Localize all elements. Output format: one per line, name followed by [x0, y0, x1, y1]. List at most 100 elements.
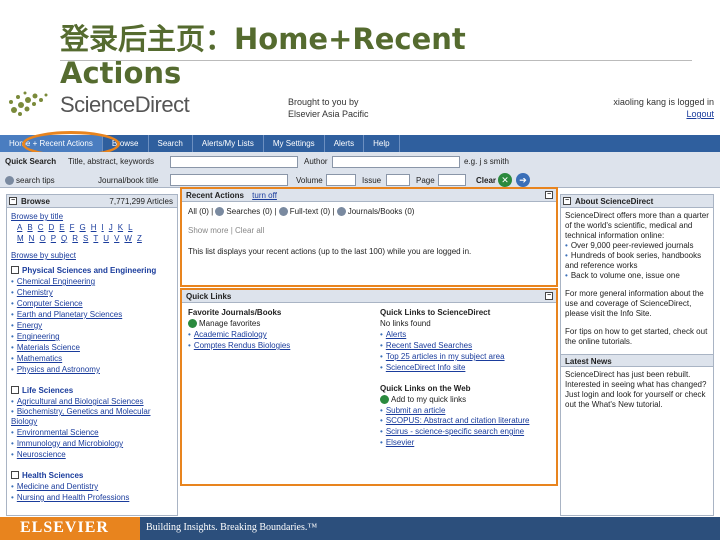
- letter-link[interactable]: F: [70, 222, 75, 233]
- sciencedirect-logo[interactable]: ScienceDirect: [8, 88, 228, 124]
- minimize-icon[interactable]: −: [545, 292, 553, 300]
- about-header: − About ScienceDirect: [561, 195, 713, 208]
- list-item[interactable]: • Comptes Rendus Biologies: [188, 340, 368, 351]
- tab-journals-books[interactable]: Journals/Books (0): [348, 207, 415, 216]
- clear-all-link[interactable]: Clear all: [235, 226, 264, 235]
- recent-tabs: All (0) | Searches (0) | Full-text (0) |…: [182, 202, 556, 261]
- letter-link[interactable]: E: [59, 222, 64, 233]
- list-item[interactable]: • Academic Radiology: [188, 329, 368, 340]
- quick-search-bar: Quick Search Title, abstract, keywords A…: [0, 152, 720, 188]
- letter-link[interactable]: N: [29, 233, 35, 244]
- list-item[interactable]: • Submit an article: [380, 405, 554, 416]
- tab-fulltext[interactable]: Full-text (0): [290, 207, 330, 216]
- browse-by-title-link[interactable]: Browse by title: [11, 211, 173, 222]
- sd-links-title: Quick Links to ScienceDirect: [380, 308, 491, 317]
- letter-link[interactable]: O: [39, 233, 45, 244]
- letter-link[interactable]: T: [93, 233, 98, 244]
- letter-link[interactable]: H: [91, 222, 97, 233]
- list-item[interactable]: • ScienceDirect Info site: [380, 362, 554, 373]
- journal-input[interactable]: [170, 174, 288, 186]
- list-item[interactable]: • Engineering: [11, 331, 173, 342]
- search-go-button[interactable]: ➔: [516, 173, 530, 187]
- document-icon: [278, 207, 288, 216]
- show-more-link[interactable]: Show more: [188, 226, 228, 235]
- list-item[interactable]: • Scirus - science-specific search engine: [380, 426, 554, 437]
- list-item[interactable]: • Environmental Science: [11, 427, 173, 438]
- letter-link[interactable]: Q: [61, 233, 67, 244]
- search-tips-link[interactable]: search tips: [5, 176, 55, 185]
- letter-link[interactable]: J: [109, 222, 113, 233]
- clear-label: Clear: [476, 176, 497, 185]
- logout-link[interactable]: Logout: [613, 108, 714, 120]
- web-links-title: Quick Links on the Web: [380, 384, 471, 393]
- list-item[interactable]: • Recent Saved Searches: [380, 340, 554, 351]
- list-item[interactable]: • Mathematics: [11, 353, 173, 364]
- letter-link[interactable]: V: [114, 233, 119, 244]
- list-item[interactable]: • Top 25 articles in my subject area: [380, 351, 554, 362]
- category-health-sciences[interactable]: Health Sciences: [11, 470, 173, 481]
- author-label: Author: [304, 157, 328, 166]
- checkbox[interactable]: [11, 386, 19, 394]
- letter-link[interactable]: U: [103, 233, 109, 244]
- list-item[interactable]: • Alerts: [380, 329, 554, 340]
- list-item[interactable]: • Physics and Astronomy: [11, 364, 173, 375]
- slide-title: 登录后主页：Home+Recent Actions: [60, 22, 466, 90]
- letter-link[interactable]: R: [72, 233, 78, 244]
- book-icon: [336, 207, 346, 216]
- add-quick-link[interactable]: Add to my quick links: [380, 394, 554, 405]
- category-physical-sciences[interactable]: Physical Sciences and Engineering: [11, 265, 173, 276]
- list-item[interactable]: • Nursing and Health Professions: [11, 492, 173, 503]
- author-input[interactable]: [332, 156, 460, 168]
- volume-input[interactable]: [326, 174, 356, 186]
- letter-link[interactable]: I: [102, 222, 104, 233]
- letter-link[interactable]: M: [17, 233, 24, 244]
- list-item[interactable]: • Agricultural and Biological Sciences: [11, 396, 173, 407]
- letter-link[interactable]: B: [27, 222, 32, 233]
- title-input[interactable]: [170, 156, 298, 168]
- tab-settings[interactable]: My Settings: [264, 135, 325, 152]
- letter-link[interactable]: A: [17, 222, 22, 233]
- tab-my-lists[interactable]: Alerts/My Lists: [193, 135, 264, 152]
- checkbox[interactable]: [11, 471, 19, 479]
- brought-line-1: Brought to you by: [288, 97, 359, 107]
- list-item[interactable]: • Computer Science: [11, 298, 173, 309]
- letter-link[interactable]: C: [38, 222, 44, 233]
- letter-link[interactable]: S: [83, 233, 88, 244]
- turn-off-link[interactable]: turn off: [252, 191, 277, 200]
- letter-link[interactable]: L: [128, 222, 132, 233]
- manage-favorites-link[interactable]: Manage favorites: [188, 318, 368, 329]
- issue-input[interactable]: [386, 174, 410, 186]
- letter-link[interactable]: P: [51, 233, 56, 244]
- list-item[interactable]: • Neuroscience: [11, 449, 173, 460]
- page-input[interactable]: [438, 174, 466, 186]
- minimize-icon[interactable]: −: [563, 197, 571, 205]
- list-item[interactable]: • SCOPUS: Abstract and citation literatur…: [380, 416, 554, 426]
- letter-link[interactable]: G: [79, 222, 85, 233]
- list-item[interactable]: • Energy: [11, 320, 173, 331]
- tab-all[interactable]: All (0): [188, 207, 209, 216]
- browse-by-subject-link[interactable]: Browse by subject: [11, 250, 173, 261]
- list-item[interactable]: • Earth and Planetary Sciences: [11, 309, 173, 320]
- letter-link[interactable]: W: [124, 233, 132, 244]
- letter-link[interactable]: K: [118, 222, 123, 233]
- minimize-icon[interactable]: −: [545, 191, 553, 199]
- letter-link[interactable]: D: [48, 222, 54, 233]
- about-panel: − About ScienceDirect ScienceDirect offe…: [560, 194, 714, 516]
- list-item[interactable]: • Immunology and Microbiology: [11, 438, 173, 449]
- clear-button[interactable]: ✕: [498, 173, 512, 187]
- list-item[interactable]: • Chemistry: [11, 287, 173, 298]
- minimize-icon[interactable]: −: [9, 197, 17, 205]
- tab-search[interactable]: Search: [149, 135, 193, 152]
- list-item[interactable]: • Materials Science: [11, 342, 173, 353]
- list-item[interactable]: • Biochemistry, Genetics and Molecular Bi…: [11, 407, 173, 427]
- footer-tagline: Building Insights. Breaking Boundaries.™: [146, 522, 318, 533]
- list-item[interactable]: • Elsevier: [380, 437, 554, 448]
- checkbox[interactable]: [11, 266, 19, 274]
- tab-alerts[interactable]: Alerts: [325, 135, 365, 152]
- list-item[interactable]: • Chemical Engineering: [11, 276, 173, 287]
- tab-help[interactable]: Help: [364, 135, 400, 152]
- letter-link[interactable]: Z: [137, 233, 142, 244]
- category-life-sciences[interactable]: Life Sciences: [11, 385, 173, 396]
- tab-searches[interactable]: Searches (0): [226, 207, 272, 216]
- list-item[interactable]: • Medicine and Dentistry: [11, 481, 173, 492]
